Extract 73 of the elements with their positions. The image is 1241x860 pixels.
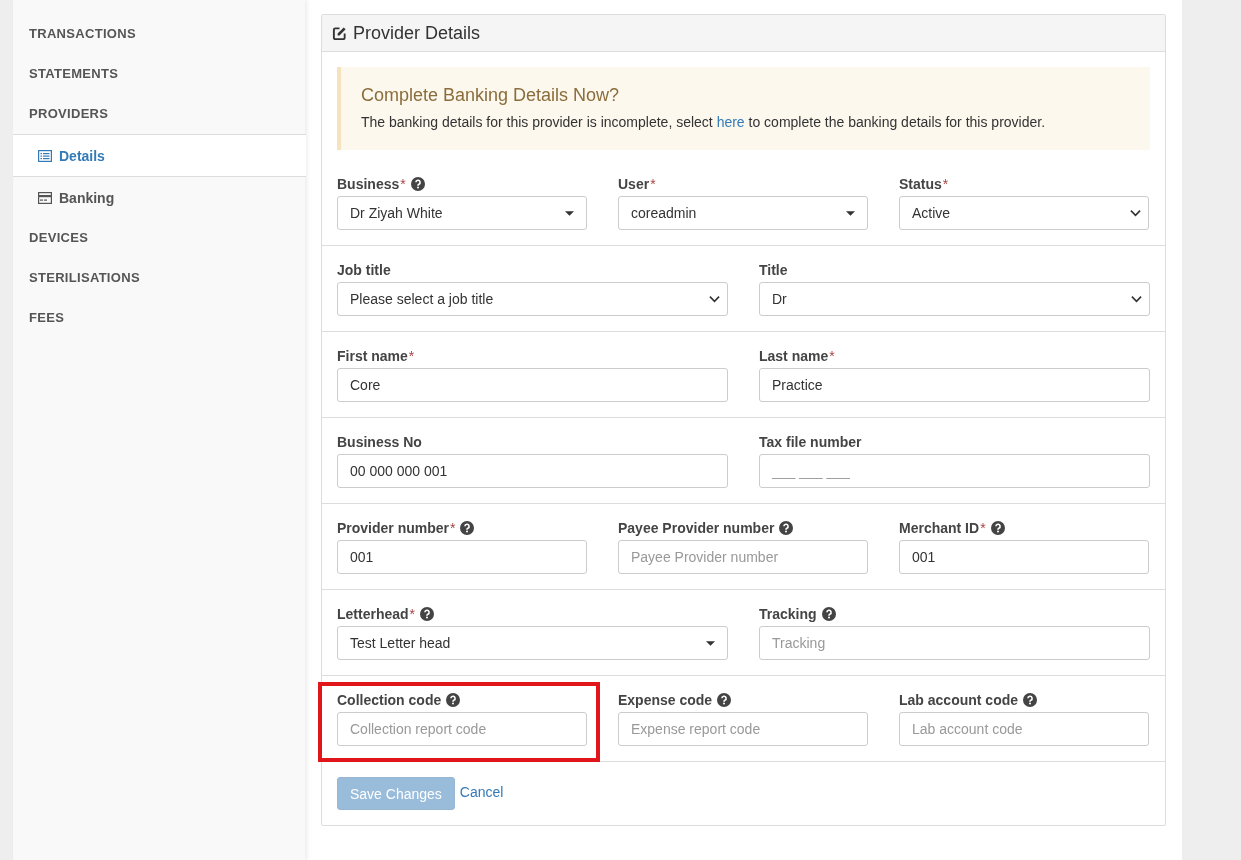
chevron-down-icon	[709, 295, 720, 303]
edit-icon	[332, 25, 347, 41]
field-label: Job title	[337, 262, 391, 278]
field-label: Last name	[759, 348, 829, 364]
dropdown[interactable]: Dr Ziyah White	[337, 196, 587, 230]
field-label: Payee Provider number	[618, 520, 775, 536]
field-label: Expense code	[618, 692, 713, 708]
cancel-link[interactable]: Cancel	[459, 784, 504, 800]
input-field[interactable]: Core	[337, 368, 728, 402]
field-label: Status	[899, 176, 942, 192]
input-field[interactable]: Lab account code	[899, 712, 1149, 746]
panel-title: Provider Details	[353, 22, 481, 44]
field-label: Title	[759, 262, 788, 278]
field-label: Merchant ID	[899, 520, 980, 536]
sidebar-subitem[interactable]: Banking	[13, 177, 305, 218]
input-field[interactable]: ___ ___ ___	[759, 454, 1150, 488]
help-icon[interactable]	[410, 177, 425, 191]
help-icon[interactable]	[1023, 693, 1038, 707]
dropdown[interactable]: Test Letter head	[337, 626, 728, 660]
input-field[interactable]: 00 000 000 001	[337, 454, 728, 488]
required-asterisk: *	[980, 520, 986, 536]
sidebar-item[interactable]: DEVICES	[13, 218, 305, 258]
input-field[interactable]: 001	[899, 540, 1149, 574]
sidebar-subitem[interactable]: Details	[13, 134, 306, 177]
field-label: Lab account code	[899, 692, 1019, 708]
required-asterisk: *	[408, 348, 415, 364]
field-label: Collection code	[337, 692, 442, 708]
sidebar-item[interactable]: TRANSACTIONS	[13, 14, 305, 54]
sidebar-item[interactable]: FEES	[13, 298, 305, 338]
sidebar-item[interactable]: STERILISATIONS	[13, 258, 305, 298]
input-field[interactable]: Collection report code	[337, 712, 587, 746]
help-icon[interactable]	[821, 607, 836, 621]
input-field[interactable]: 001	[337, 540, 587, 574]
field-label: Business	[337, 176, 400, 192]
field-label: Business No	[337, 434, 422, 450]
field-label: Tax file number	[759, 434, 862, 450]
required-asterisk: *	[650, 176, 656, 192]
help-icon[interactable]	[460, 521, 475, 535]
caret-icon	[706, 640, 715, 646]
required-asterisk: *	[450, 520, 456, 536]
field-label: Provider number	[337, 520, 450, 536]
dropdown[interactable]: coreadmin	[618, 196, 868, 230]
select-field[interactable]: Active	[899, 196, 1149, 230]
select-field[interactable]: Dr	[759, 282, 1150, 316]
chevron-down-icon	[1130, 209, 1141, 217]
required-asterisk: *	[829, 348, 835, 364]
input-field[interactable]: Practice	[759, 368, 1150, 402]
input-field[interactable]: Tracking	[759, 626, 1150, 660]
input-field[interactable]: Payee Provider number	[618, 540, 868, 574]
field-label: Tracking	[759, 606, 817, 622]
sidebar-item[interactable]: STATEMENTS	[13, 54, 305, 94]
caret-icon	[565, 210, 574, 216]
help-icon[interactable]	[420, 607, 435, 621]
help-icon[interactable]	[446, 693, 461, 707]
field-label: User	[618, 176, 650, 192]
help-icon[interactable]	[717, 693, 732, 707]
here-link[interactable]: here	[716, 114, 745, 130]
chevron-down-icon	[1131, 295, 1142, 303]
help-icon[interactable]	[779, 521, 794, 535]
required-asterisk: *	[942, 176, 949, 192]
input-field[interactable]: Expense report code	[618, 712, 868, 746]
alert-heading: Complete Banking Details Now?	[361, 85, 621, 106]
field-label: Letterhead	[337, 606, 409, 622]
required-asterisk: *	[409, 606, 416, 622]
caret-icon	[846, 210, 855, 216]
card-icon	[38, 191, 52, 204]
select-field[interactable]: Please select a job title	[337, 282, 728, 316]
required-asterisk: *	[400, 176, 406, 192]
sidebar-item[interactable]: PROVIDERS	[13, 94, 305, 134]
list-icon	[38, 149, 52, 162]
alert-message: The banking details for this provider is incomplete, select here to complete the banking details for this provider.	[361, 114, 1047, 130]
field-label: First name	[337, 348, 408, 364]
help-icon[interactable]	[990, 521, 1005, 535]
